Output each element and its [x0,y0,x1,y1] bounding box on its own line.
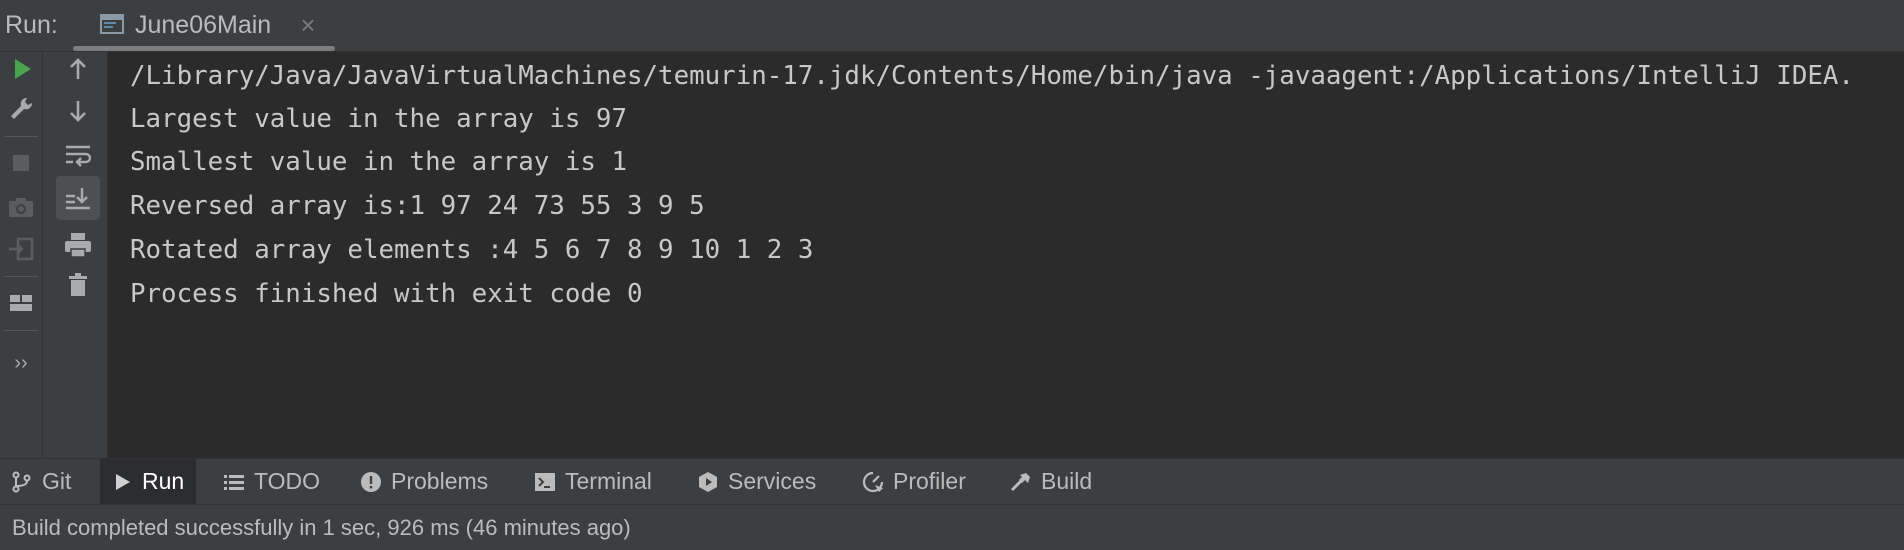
profiler-icon [862,471,884,492]
console-line: Reversed array is:1 97 24 73 55 3 9 5 [130,191,705,221]
console-line: Smallest value in the array is 1 [130,147,627,177]
terminal-icon [535,472,555,491]
list-icon [224,474,244,490]
close-icon[interactable]: × [295,12,321,38]
tool-window-terminal[interactable]: Terminal [533,459,652,504]
rerun-icon[interactable] [4,52,38,86]
console-actions-toolbar [43,52,108,458]
tool-window-build[interactable]: Build [1009,459,1092,504]
console-output[interactable]: /Library/Java/JavaVirtualMachines/temuri… [108,52,1904,458]
run-icon [116,473,130,490]
separator [4,136,38,137]
tool-window-problems[interactable]: Problems [359,459,488,504]
console-line: Process finished with exit code 0 [130,279,643,309]
tool-window-bar: Git Run TODO Problems Terminal Services … [0,458,1904,504]
layout-icon[interactable] [4,286,38,320]
status-bar: Build completed successfully in 1 sec, 9… [0,504,1904,550]
tool-window-label: Profiler [893,468,966,494]
camera-icon[interactable] [4,190,38,224]
console-line: Rotated array elements :4 5 6 7 8 9 10 1… [130,235,814,265]
wrench-icon[interactable] [4,92,38,126]
separator [4,276,38,277]
tab-june06main[interactable]: June06Main × [73,0,335,51]
hammer-icon [1010,472,1030,491]
tool-window-git[interactable]: Git [10,459,71,504]
console-window-icon [99,12,125,36]
separator [4,330,38,331]
run-header: Run: June06Main × [0,0,1904,52]
problems-icon [361,471,381,492]
tool-window-label: Terminal [565,468,652,494]
tool-window-label: Problems [391,468,489,494]
console-line: /Library/Java/JavaVirtualMachines/temuri… [130,61,1854,91]
more-icon[interactable]: ›› [4,346,38,380]
trash-icon[interactable] [61,268,95,302]
tool-window-label: TODO [254,468,321,494]
scroll-to-end-icon[interactable] [56,176,100,220]
scroll-up-icon[interactable] [61,52,95,86]
exit-icon[interactable] [4,232,38,266]
status-message[interactable]: Build completed successfully in 1 sec, 9… [12,514,631,542]
tab-label: June06Main [135,11,272,39]
tool-window-profiler[interactable]: Profiler [861,459,966,504]
print-icon[interactable] [61,228,95,262]
tool-window-todo[interactable]: TODO [222,459,320,504]
scroll-down-icon[interactable] [61,94,95,128]
stop-icon[interactable] [4,146,38,180]
tool-window-run[interactable]: Run [100,459,197,504]
tool-window-label: Run [142,468,185,494]
tool-window-label: Git [42,468,72,494]
run-title: Run: [5,11,58,39]
console-line: Largest value in the array is 97 [130,104,627,134]
tab-selected-indicator [73,46,335,51]
run-actions-toolbar: ›› [0,52,43,458]
tool-window-services[interactable]: Services [696,459,816,504]
soft-wrap-icon[interactable] [61,138,95,172]
tool-window-label: Build [1041,468,1093,494]
tool-window-label: Services [728,468,817,494]
services-icon [699,471,717,492]
run-tool-window: Run: June06Main × ›› /Library/Java/JavaV… [0,0,1904,550]
git-branch-icon [12,471,31,492]
